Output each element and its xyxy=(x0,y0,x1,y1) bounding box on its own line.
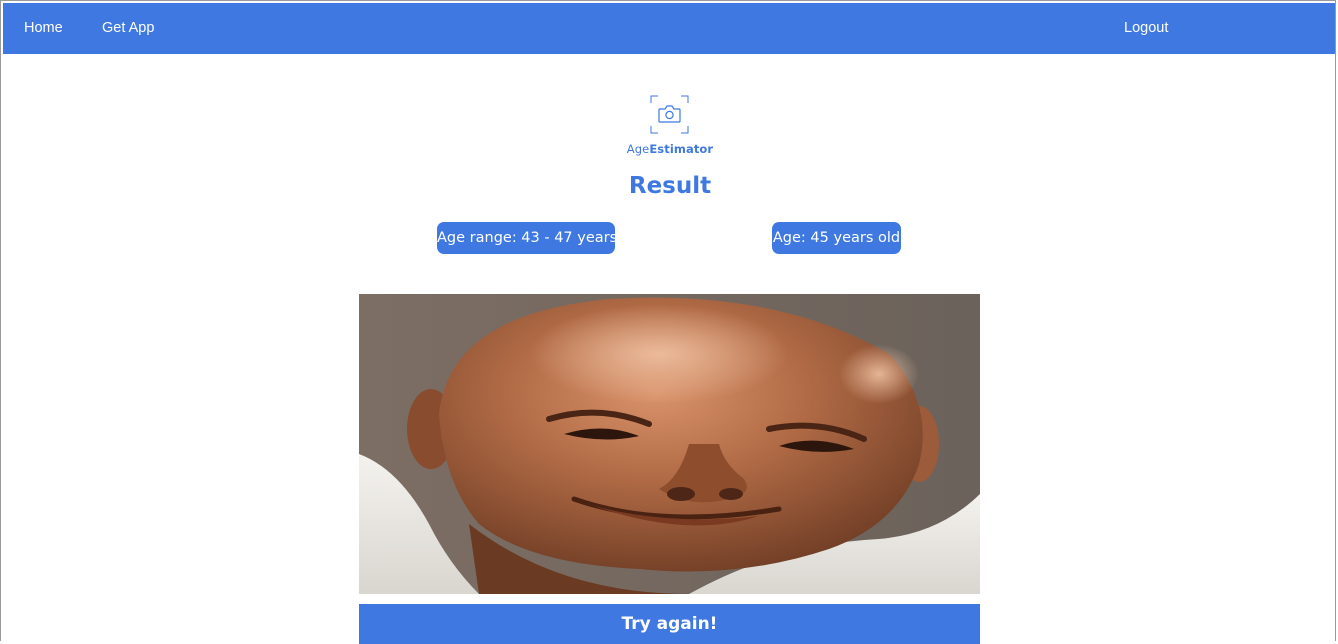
uploaded-face-photo xyxy=(359,294,980,594)
nav-home-link[interactable]: Home xyxy=(24,20,63,36)
nav-get-app-link[interactable]: Get App xyxy=(102,20,154,36)
logo-text-age: Age xyxy=(626,142,650,156)
page-title: Result xyxy=(628,173,712,199)
app-logo-text: AgeEstimator xyxy=(1,142,1338,156)
age-estimate-badge: Age: 45 years old xyxy=(772,222,901,254)
logo-text-estimator: Estimator xyxy=(649,142,714,156)
nav-logout-link[interactable]: Logout xyxy=(1124,20,1168,36)
top-navbar: Home Get App Logout xyxy=(3,3,1335,54)
app-window: Home Get App Logout AgeEstimator Result … xyxy=(0,0,1338,644)
camera-icon xyxy=(650,95,689,134)
try-again-button[interactable]: Try again! xyxy=(359,604,980,644)
age-range-badge: Age range: 43 - 47 years xyxy=(437,222,617,254)
